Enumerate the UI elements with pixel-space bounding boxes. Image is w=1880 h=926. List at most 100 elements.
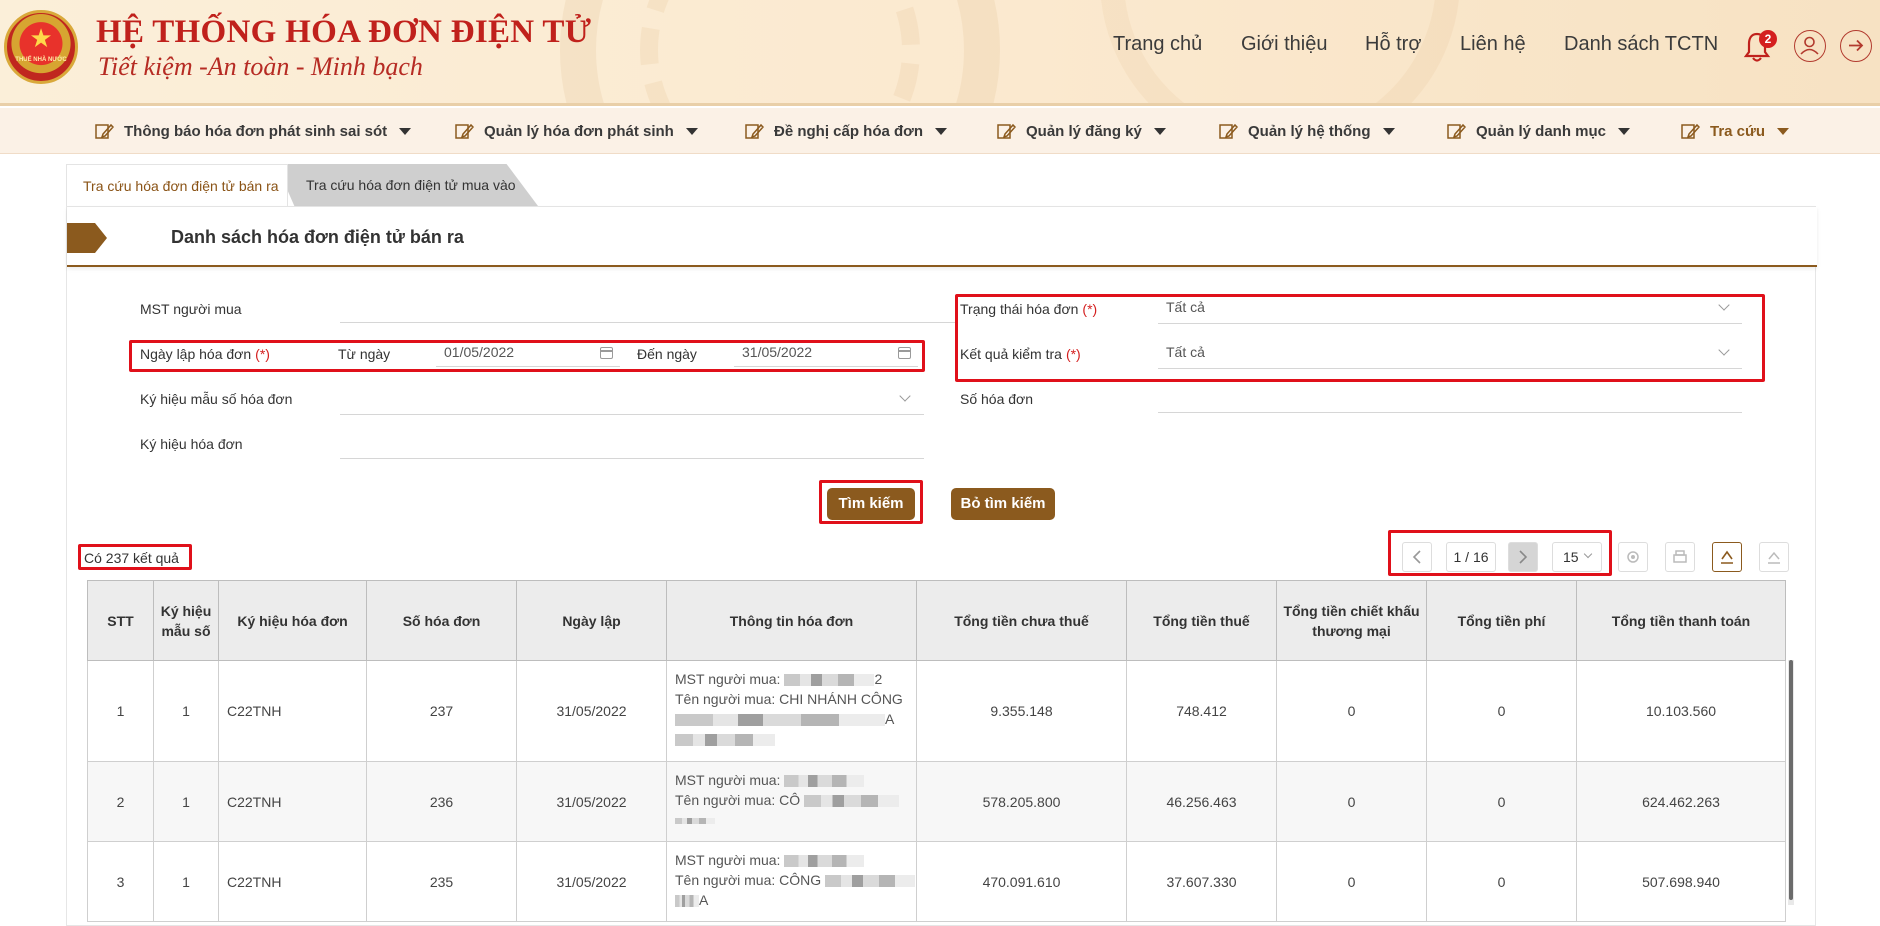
invoice-number-label: Số hóa đơn	[960, 391, 1034, 407]
cell-info: MST người mua: 2 Tên người mua: CHI NHÁNH…	[666, 660, 917, 762]
caret-down-icon	[399, 127, 412, 135]
nav-about[interactable]: Giới thiệu	[1241, 33, 1327, 56]
col-tax[interactable]: Tổng tiền thuế	[1126, 580, 1277, 661]
table-scrollbar-thumb[interactable]	[1789, 660, 1793, 900]
header-decoration	[640, 0, 920, 103]
tax-logo[interactable]: ★ THUẾ NHÀ NƯỚC	[4, 10, 78, 84]
cell-tax: 748.412	[1126, 660, 1277, 762]
export-button[interactable]	[1712, 542, 1742, 572]
highlight-result-count	[78, 544, 192, 570]
redacted-block	[675, 714, 885, 727]
panel-flag-icon	[67, 223, 107, 253]
star-icon: ★	[29, 23, 53, 53]
print-button[interactable]	[1665, 542, 1695, 572]
table-row[interactable]: 3 1 C22TNH 235 31/05/2022 MST người mua:…	[87, 841, 1786, 922]
buyer-extra-line	[675, 810, 916, 830]
buyer-tax-line: MST người mua:	[675, 770, 916, 790]
buyer-name: CHI NHÁNH CÔNG	[779, 691, 903, 707]
logout-icon[interactable]	[1840, 30, 1872, 62]
buyer-tax-input[interactable]	[340, 322, 956, 323]
cell-template: 1	[153, 841, 219, 922]
buyer-tax-prefix: MST người mua:	[675, 772, 781, 788]
menu-invoice-management[interactable]: Quản lý hóa đơn phát sinh	[454, 122, 698, 140]
tab-sales-invoices[interactable]: Tra cứu hóa đơn điện tử bán ra	[66, 164, 288, 206]
panel-header: Danh sách hóa đơn điện tử bán ra	[67, 207, 1817, 267]
tab-purchase-invoices[interactable]: Tra cứu hóa đơn điện tử mua vào	[276, 164, 538, 206]
redacted-block	[784, 674, 875, 687]
buyer-extra-line: A	[675, 890, 916, 910]
app-root: ★ THUẾ NHÀ NƯỚC HỆ THỐNG HÓA ĐƠN ĐIỆN TỬ…	[0, 0, 1880, 926]
menu-label: Quản lý danh mục	[1476, 122, 1607, 140]
send-icon	[1768, 551, 1780, 564]
buyer-tax-line: MST người mua: 2	[675, 669, 916, 689]
buyer-extra: A	[699, 892, 709, 908]
edit-icon	[1681, 123, 1700, 139]
cell-tax: 37.607.330	[1126, 841, 1277, 922]
table-header-row: STT Ký hiệu mẫu số Ký hiệu hóa đơn Số hó…	[87, 580, 1786, 661]
site-title: HỆ THỐNG HÓA ĐƠN ĐIỆN TỬ	[96, 14, 592, 50]
cell-pre-tax: 9.355.148	[916, 660, 1127, 762]
caret-down-icon	[1618, 127, 1631, 135]
col-discount[interactable]: Tổng tiền chiết khấu thương mại	[1276, 580, 1427, 661]
buyer-tax-prefix: MST người mua:	[675, 852, 781, 868]
highlight-date-range	[129, 340, 925, 372]
nav-tctn-list[interactable]: Danh sách TCTN	[1564, 33, 1718, 56]
menu-error-invoice-notice[interactable]: Thông báo hóa đơn phát sinh sai sót	[94, 122, 412, 140]
col-total[interactable]: Tổng tiền thanh toán	[1576, 580, 1786, 661]
buyer-extra: A	[885, 711, 895, 727]
cell-fee: 0	[1426, 660, 1577, 762]
edit-icon	[745, 123, 764, 139]
nav-home[interactable]: Trang chủ	[1113, 33, 1202, 56]
cell-fee: 0	[1426, 841, 1577, 922]
buyer-extra-line	[675, 729, 916, 749]
view-button[interactable]	[1618, 542, 1648, 572]
template-select[interactable]	[340, 414, 924, 415]
col-stt[interactable]: STT	[87, 580, 154, 661]
menu-lookup[interactable]: Tra cứu	[1680, 122, 1790, 140]
cell-total: 624.462.263	[1576, 761, 1786, 842]
col-symbol[interactable]: Ký hiệu hóa đơn	[218, 580, 367, 661]
caret-down-icon	[1382, 127, 1395, 135]
nav-support[interactable]: Hỗ trợ	[1365, 33, 1421, 56]
menu-label: Quản lý đăng ký	[1026, 122, 1142, 140]
table-row[interactable]: 1 1 C22TNH 237 31/05/2022 MST người mua:…	[87, 660, 1786, 762]
edit-icon	[997, 123, 1016, 139]
site-slogan: Tiết kiệm -An toàn - Minh bạch	[98, 52, 423, 81]
cell-total: 10.103.560	[1576, 660, 1786, 762]
send-button[interactable]	[1759, 542, 1789, 572]
cell-date: 31/05/2022	[516, 841, 667, 922]
cell-number: 236	[366, 761, 517, 842]
menu-label: Quản lý hóa đơn phát sinh	[484, 122, 674, 140]
invoice-symbol-input[interactable]	[340, 458, 924, 459]
buyer-tax-label: MST người mua	[140, 301, 242, 317]
cell-tax: 46.256.463	[1126, 761, 1277, 842]
user-icon[interactable]	[1794, 30, 1826, 62]
highlight-status-filters	[955, 294, 1765, 382]
invoice-number-input[interactable]	[1158, 412, 1742, 413]
col-number[interactable]: Số hóa đơn	[366, 580, 517, 661]
highlight-search-button	[819, 480, 923, 524]
col-template[interactable]: Ký hiệu mẫu số	[153, 580, 219, 661]
clear-search-button[interactable]: Bỏ tìm kiếm	[951, 488, 1055, 520]
cell-symbol: C22TNH	[218, 841, 367, 922]
redacted-block	[784, 855, 865, 868]
buyer-name-prefix: Tên người mua:	[675, 792, 776, 808]
menu-catalog[interactable]: Quản lý danh mục	[1446, 122, 1631, 140]
menu-system[interactable]: Quản lý hệ thống	[1218, 122, 1395, 140]
nav-contact[interactable]: Liên hệ	[1460, 33, 1526, 56]
col-info[interactable]: Thông tin hóa đơn	[666, 580, 917, 661]
cell-date: 31/05/2022	[516, 761, 667, 842]
col-fee[interactable]: Tổng tiền phí	[1426, 580, 1577, 661]
redacted-block	[804, 795, 900, 808]
cell-template: 1	[153, 761, 219, 842]
buyer-extra-line: A	[675, 709, 916, 729]
cell-symbol: C22TNH	[218, 761, 367, 842]
redacted-block	[675, 818, 715, 825]
cell-template: 1	[153, 660, 219, 762]
col-pre-tax[interactable]: Tổng tiền chưa thuế	[916, 580, 1127, 661]
caret-down-icon	[1777, 127, 1790, 135]
col-date[interactable]: Ngày lập	[516, 580, 667, 661]
menu-invoice-request[interactable]: Đề nghị cấp hóa đơn	[744, 122, 948, 140]
menu-registration[interactable]: Quản lý đăng ký	[996, 122, 1166, 140]
table-row[interactable]: 2 1 C22TNH 236 31/05/2022 MST người mua:…	[87, 761, 1786, 842]
